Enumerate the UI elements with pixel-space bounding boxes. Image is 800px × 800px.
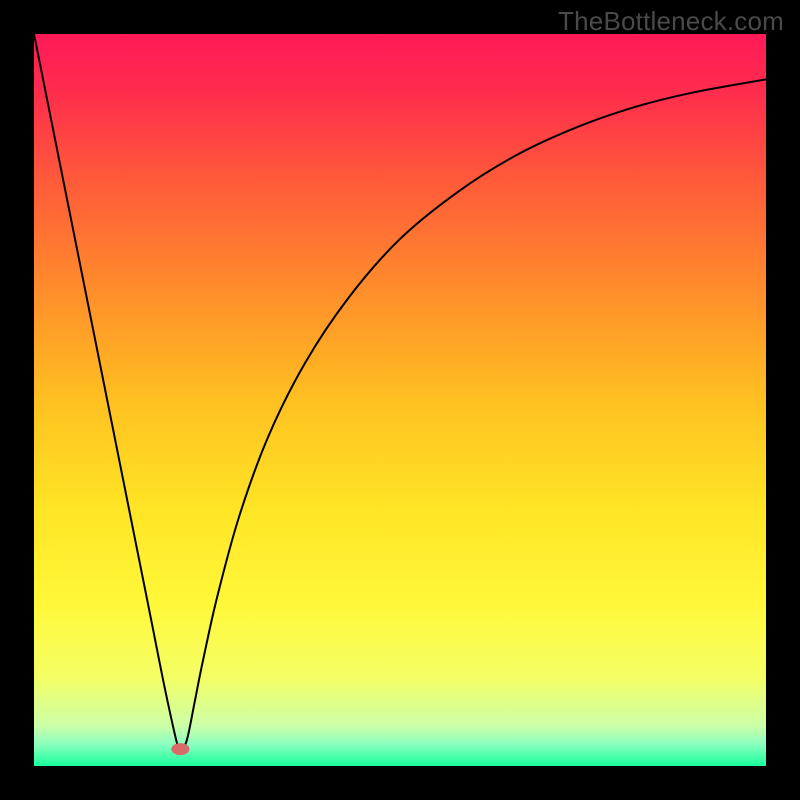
plot-area — [34, 34, 766, 766]
gradient-background — [34, 34, 766, 766]
chart-container: TheBottleneck.com — [0, 0, 800, 800]
watermark-text: TheBottleneck.com — [558, 6, 784, 37]
chart-svg — [34, 34, 766, 766]
optimal-point-marker — [171, 743, 189, 755]
